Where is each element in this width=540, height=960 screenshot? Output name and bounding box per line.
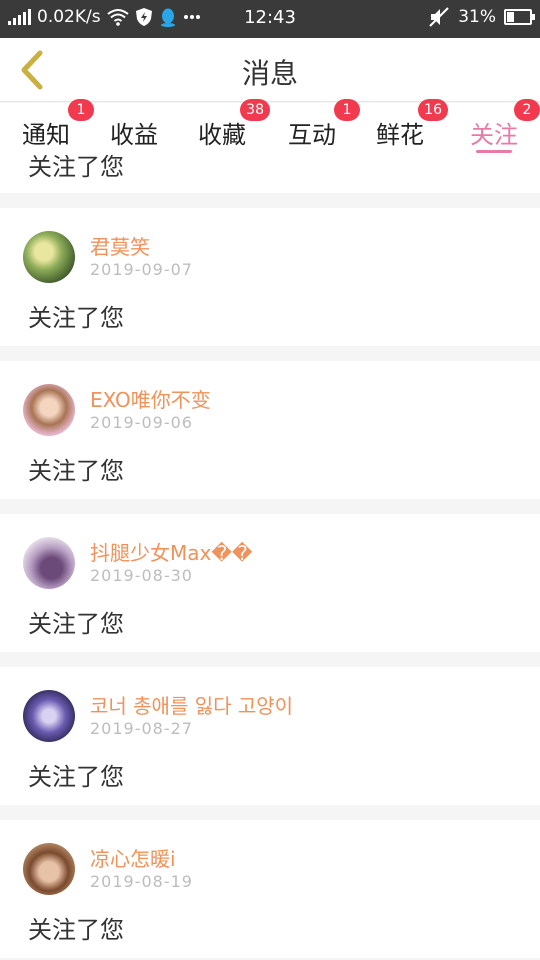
tab-label: 收益 [110, 121, 158, 149]
page-title: 消息 [241, 57, 298, 90]
list-item[interactable]: 코너 총애를 잃다 고양이 2019-08-27 关注了您 [0, 667, 540, 805]
follow-message: 关注了您 [28, 304, 124, 332]
follow-message: 关注了您 [28, 916, 124, 944]
app-header: 消息 [0, 38, 540, 102]
avatar[interactable] [23, 690, 75, 742]
username[interactable]: 君莫笑 [90, 231, 150, 260]
username[interactable]: 抖腿少女Max�� [90, 537, 252, 566]
list-item[interactable]: 凉心怎暖i 2019-08-19 关注了您 [0, 820, 540, 958]
tab-label: 关注 [470, 121, 518, 149]
follow-date: 2019-08-19 [90, 872, 193, 891]
list-item[interactable]: 君莫笑 2019-09-07 关注了您 [0, 208, 540, 346]
count-badge: 2 [514, 99, 540, 121]
username[interactable]: EXO唯你不变 [90, 384, 211, 413]
username[interactable]: 凉心怎暖i [90, 843, 176, 872]
count-badge: 1 [334, 99, 360, 121]
tab-bar: 通知 1 收益 收藏 38 互动 1 鲜花 16 关注 2 [0, 99, 540, 155]
follow-message: 关注了您 [28, 155, 124, 181]
tab-label: 收藏 [198, 121, 246, 149]
follow-message: 关注了您 [28, 457, 124, 485]
battery-percent: 31% [458, 7, 496, 27]
follow-date: 2019-08-27 [90, 719, 193, 738]
tab-earnings[interactable]: 收益 [110, 109, 158, 155]
follow-message: 关注了您 [28, 610, 124, 638]
status-bar: 0.02K/s 12:43 31% [0, 0, 540, 38]
tab-following[interactable]: 关注 2 [470, 99, 540, 155]
count-badge: 16 [418, 99, 448, 121]
tab-favorites[interactable]: 收藏 38 [198, 99, 270, 155]
follow-list[interactable]: 关注了您 君莫笑 2019-09-07 关注了您 EXO唯你不变 2019-09… [0, 155, 540, 960]
active-tab-indicator [476, 150, 512, 153]
tab-notifications[interactable]: 通知 1 [22, 99, 94, 155]
tab-label: 互动 [288, 121, 336, 149]
follow-date: 2019-09-06 [90, 413, 193, 432]
list-item[interactable]: EXO唯你不变 2019-09-06 关注了您 [0, 361, 540, 499]
tab-label: 通知 [22, 121, 70, 149]
mute-icon [429, 7, 449, 27]
follow-date: 2019-09-07 [90, 260, 193, 279]
avatar[interactable] [23, 231, 75, 283]
battery-icon [504, 9, 535, 25]
follow-message: 关注了您 [28, 763, 124, 791]
tab-interactions[interactable]: 互动 1 [288, 99, 360, 155]
battery-level [507, 12, 514, 22]
tab-flowers[interactable]: 鲜花 16 [376, 99, 448, 155]
username[interactable]: 코너 총애를 잃다 고양이 [90, 690, 293, 719]
count-badge: 1 [68, 99, 94, 121]
avatar[interactable] [23, 384, 75, 436]
count-badge: 38 [240, 99, 270, 121]
tab-label: 鲜花 [376, 121, 424, 149]
follow-date: 2019-08-30 [90, 566, 193, 585]
list-item[interactable]: 关注了您 [0, 155, 540, 193]
status-right: 31% [428, 7, 535, 27]
avatar[interactable] [23, 843, 75, 895]
avatar[interactable] [23, 537, 75, 589]
list-item[interactable]: 抖腿少女Max�� 2019-08-30 关注了您 [0, 514, 540, 652]
